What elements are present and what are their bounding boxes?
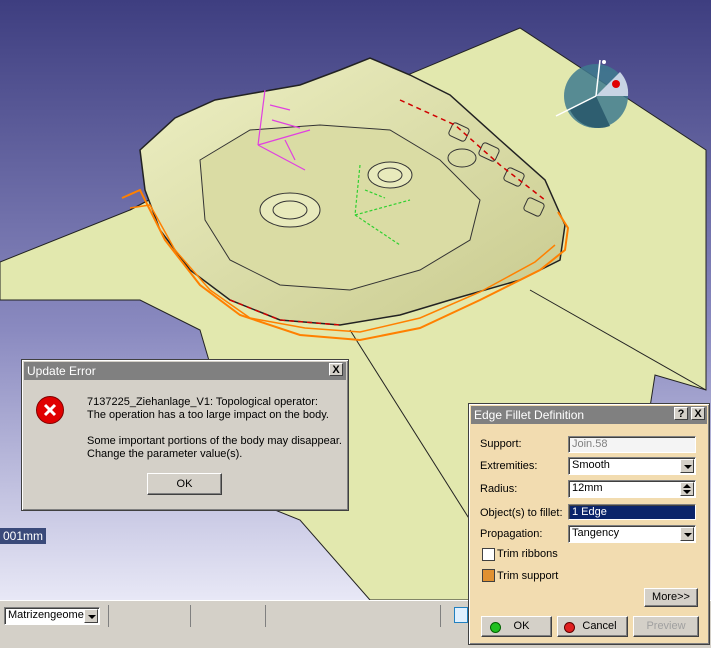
toolbar-separator: [440, 605, 441, 627]
part-boss-2: [367, 161, 413, 189]
part-boss: [259, 192, 321, 228]
spin-up-icon[interactable]: [683, 484, 691, 488]
help-button[interactable]: ?: [674, 407, 688, 420]
trim-ribbons-checkbox[interactable]: [482, 548, 495, 561]
chevron-down-icon[interactable]: [680, 459, 694, 473]
edge-fillet-title: Edge Fillet Definition: [474, 408, 585, 422]
edge-fillet-dialog: Edge Fillet Definition ? X Support: Join…: [468, 403, 710, 645]
objects-to-fillet-label: Object(s) to fillet:: [480, 507, 563, 519]
more-button[interactable]: More>>: [644, 588, 698, 607]
extremities-label: Extremities:: [480, 460, 538, 472]
radius-value: 12mm: [572, 482, 603, 494]
ok-green-icon: [490, 622, 501, 633]
toolbar-icon[interactable]: [454, 607, 468, 623]
close-button[interactable]: X: [329, 363, 343, 376]
chevron-down-icon[interactable]: [84, 609, 98, 623]
propagation-select[interactable]: Tangency: [568, 525, 696, 543]
trim-ribbons-label[interactable]: Trim ribbons: [497, 548, 558, 560]
error-message-line-3: Some important portions of the body may …: [87, 435, 342, 447]
cancel-button[interactable]: Cancel: [557, 616, 628, 637]
error-message-line-2: The operation has a too large impact on …: [87, 409, 329, 421]
support-field[interactable]: Join.58: [568, 436, 696, 453]
ok-button-label: OK: [513, 620, 530, 632]
edge-fillet-titlebar[interactable]: Edge Fillet Definition: [471, 406, 707, 424]
geometry-select-value: Matrizengeomet: [8, 609, 87, 621]
extremities-select[interactable]: Smooth: [568, 457, 696, 475]
error-message-line-1: 7137225_Ziehanlage_V1: Topological opera…: [87, 396, 318, 408]
error-icon: [36, 396, 64, 424]
objects-to-fillet-field[interactable]: 1 Edge: [568, 504, 696, 520]
more-button-label: More>>: [652, 591, 690, 603]
help-icon: ?: [677, 408, 685, 420]
ok-button[interactable]: OK: [481, 616, 552, 637]
close-icon: X: [332, 364, 340, 376]
update-error-titlebar[interactable]: Update Error: [24, 362, 346, 380]
extremities-value: Smooth: [572, 459, 610, 471]
radius-label: Radius:: [480, 483, 518, 495]
scale-readout: 001mm: [0, 528, 47, 544]
close-button[interactable]: X: [691, 407, 705, 420]
radius-input[interactable]: 12mm: [568, 480, 696, 498]
spin-down-icon[interactable]: [683, 490, 691, 494]
preview-button[interactable]: Preview: [633, 616, 699, 637]
propagation-value: Tangency: [572, 527, 620, 539]
objects-to-fillet-value: 1 Edge: [572, 506, 607, 518]
support-label: Support:: [480, 438, 522, 450]
geometry-select[interactable]: Matrizengeomet: [4, 607, 100, 625]
toolbar-separator: [108, 605, 109, 627]
propagation-label: Propagation:: [480, 528, 543, 540]
close-icon: X: [694, 408, 702, 420]
trim-support-label[interactable]: Trim support: [497, 570, 558, 582]
radius-spinner[interactable]: [680, 482, 694, 496]
toolbar-separator: [190, 605, 191, 627]
error-message-line-4: Change the parameter value(s).: [87, 448, 243, 460]
update-error-dialog: Update Error X 7137225_Ziehanlage_V1: To…: [21, 359, 349, 511]
trim-support-checkbox[interactable]: [482, 569, 495, 582]
ok-button-label: OK: [176, 478, 193, 490]
toolbar-separator: [265, 605, 266, 627]
preview-button-label: Preview: [646, 620, 686, 632]
support-value: Join.58: [572, 438, 608, 450]
update-error-title: Update Error: [27, 364, 96, 378]
chevron-down-icon[interactable]: [680, 527, 694, 541]
cancel-button-label: Cancel: [582, 620, 617, 632]
cancel-red-icon: [564, 622, 575, 633]
ok-button[interactable]: OK: [147, 473, 222, 495]
